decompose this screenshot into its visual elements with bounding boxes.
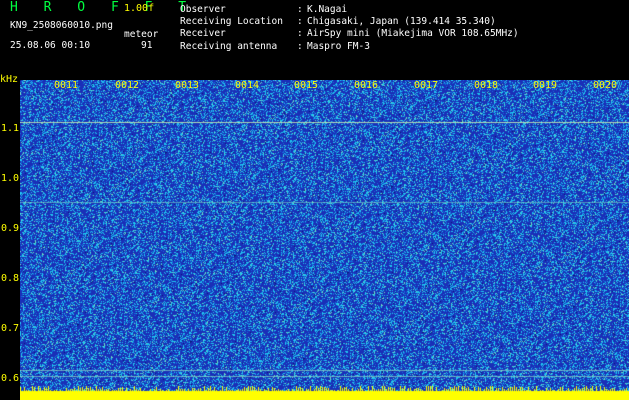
x-tick-label: 0015 (294, 80, 319, 91)
x-tick-label: 0017 (414, 80, 439, 91)
observer-key: Observer (180, 4, 226, 15)
info-colons: : : : : (297, 4, 303, 53)
location-key: Receiving Location (180, 16, 283, 28)
info-keys: Observer Receiving Location Receiver Rec… (180, 4, 283, 53)
y-tick-label: 0.7 (1, 323, 20, 334)
y-tick-label: 1.0 (1, 173, 20, 184)
colon: : (297, 28, 303, 40)
colon: : (297, 16, 303, 28)
x-tick-label: 0013 (175, 80, 200, 91)
antenna-key: Receiving antenna (180, 40, 278, 52)
colon: : (297, 40, 303, 52)
observer-value: K.Nagai (307, 4, 348, 15)
meteor-label: meteor (124, 29, 159, 40)
info-values: K.Nagai Chigasaki, Japan (139.414 35.340… (307, 4, 519, 53)
y-tick-label: 0.6 (1, 373, 20, 384)
x-tick-label: 0018 (474, 80, 499, 91)
colon: : (297, 4, 303, 15)
receiver-value: AirSpy mini (Miakejima VOR 108.65MHz) (307, 28, 519, 40)
meteor-count: 91 (141, 40, 153, 51)
x-tick-label: 0019 (533, 80, 558, 91)
x-tick-label: 0020 (593, 80, 618, 91)
version-label: 1.00f (124, 3, 155, 14)
spectrogram-canvas (20, 80, 629, 400)
x-tick-label: 0016 (354, 80, 379, 91)
location-value: Chigasaki, Japan (139.414 35.340) (307, 16, 496, 28)
y-tick-label: 0.8 (1, 273, 20, 284)
timestamp: 25.08.06 00:10 (10, 40, 91, 51)
antenna-value: Maspro FM-3 (307, 40, 370, 52)
receiver-key: Receiver (180, 28, 226, 40)
y-tick-label: 0.9 (1, 223, 20, 234)
x-tick-label: 0011 (54, 80, 79, 91)
app-title: H R O F F T (10, 0, 196, 15)
x-tick-label: 0014 (235, 80, 260, 91)
y-unit-label: kHz (0, 74, 19, 85)
file-name: KN9_2508060010.png (10, 20, 113, 31)
y-tick-label: 1.1 (1, 123, 20, 134)
x-tick-label: 0012 (115, 80, 140, 91)
